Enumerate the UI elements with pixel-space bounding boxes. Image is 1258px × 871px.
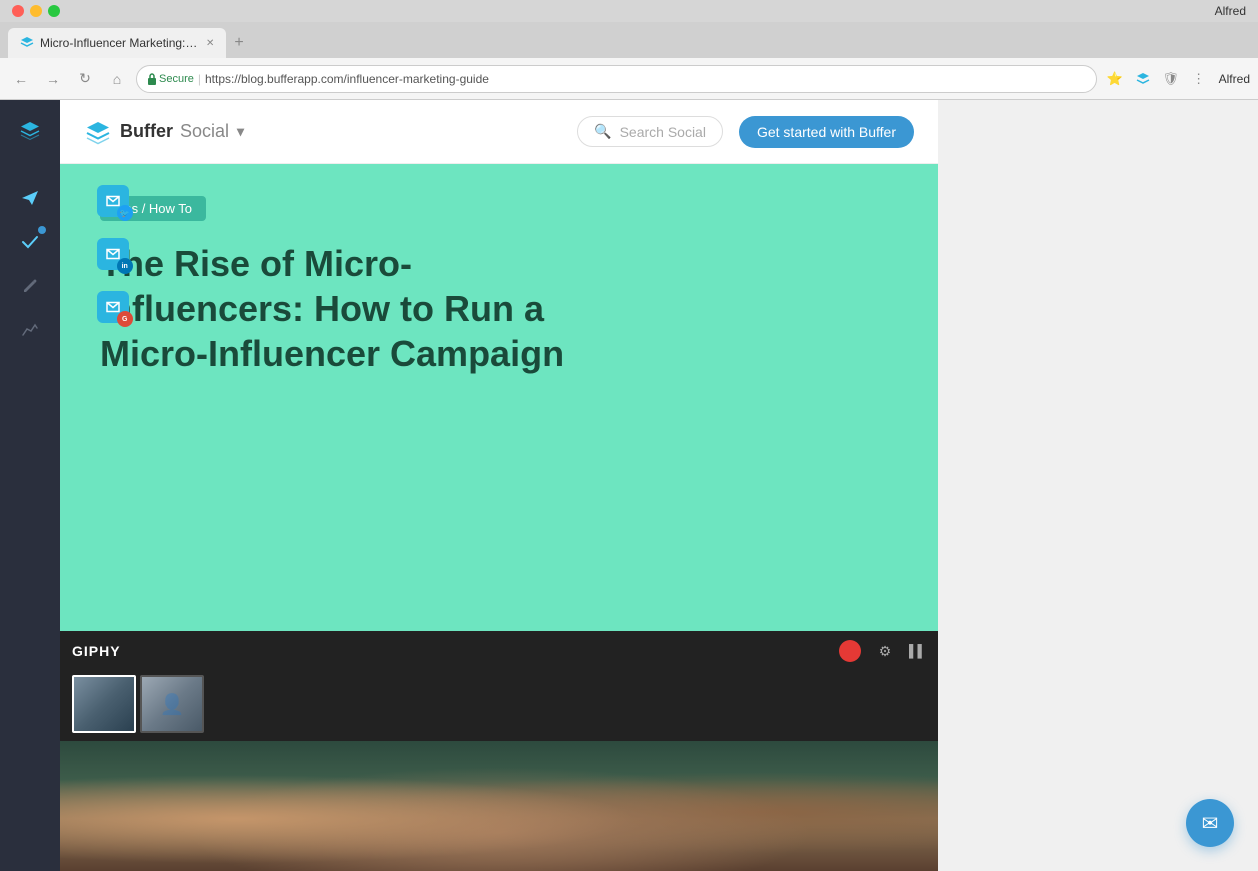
queue-icon-linkedin: in [97,238,129,270]
search-placeholder: Search Social [620,124,706,140]
queue-icon-twitter: 🐦 [97,185,129,217]
app-sidebar [0,100,60,871]
queue-icon-google: G [97,291,129,323]
twitter-social-icon: 🐦 [117,205,133,221]
article-title: The Rise of Micro-Influencers: How to Ru… [100,241,600,376]
giphy-record-button[interactable] [839,640,861,662]
buffer-logo[interactable]: Buffer Social ▾ [84,118,244,146]
browser-toolbar: ← → ↻ ⌂ Secure | https://blog.bufferapp.… [0,58,1258,100]
sidebar-icon-buffer[interactable] [12,112,48,148]
bookmark-button[interactable]: ⭐ [1103,67,1127,91]
fab-email-button[interactable]: ✉ [1186,799,1234,847]
buffer-extension-button[interactable] [1131,67,1155,91]
sidebar-icon-check[interactable] [12,224,48,260]
refresh-button[interactable]: ↻ [72,66,98,92]
sidebar-icon-analytics[interactable] [12,312,48,348]
address-bar[interactable]: Secure | https://blog.bufferapp.com/infl… [136,65,1097,93]
blog-header: Buffer Social ▾ 🔍 Search Social Get star… [60,100,938,164]
hero-image [60,741,938,871]
toolbar-icons: ⭐ 🛡 ⋮ Alfred [1103,67,1250,91]
get-started-button[interactable]: Get started with Buffer [739,116,914,148]
giphy-settings-button[interactable]: ⚙ [873,639,897,663]
linkedin-social-icon: in [117,258,133,274]
sidebar-icon-pencil[interactable] [12,268,48,304]
os-bar: Alfred [0,0,1258,22]
shield-button[interactable]: 🛡 [1159,67,1183,91]
giphy-thumb-1[interactable] [72,675,136,733]
blog-article-content: Tips / How To The Rise of Micro-Influenc… [60,164,938,741]
tab-bar: Micro-Influencer Marketing: H... ✕ + [0,22,1258,58]
giphy-filmstrip: 👤 [60,671,938,737]
sidebar-icon-telegram[interactable] [12,180,48,216]
tab-favicon [20,35,34,52]
giphy-header: GIPHY ⚙ ▌▌ [60,631,938,671]
secure-indicator: Secure [147,73,194,85]
home-button[interactable]: ⌂ [104,66,130,92]
giphy-collapse-icon: ▌▌ [909,644,926,658]
browser-tab[interactable]: Micro-Influencer Marketing: H... ✕ [8,28,226,58]
url-display: https://blog.bufferapp.com/influencer-ma… [205,72,489,86]
tab-close-button[interactable]: ✕ [206,38,214,49]
webpage-content: Buffer Social ▾ 🔍 Search Social Get star… [60,100,938,871]
more-button[interactable]: ⋮ [1187,67,1211,91]
blog-logo-text: Buffer Social [120,121,229,142]
new-tab-button[interactable]: + [226,28,251,58]
user-name: Alfred [1219,72,1250,86]
giphy-overlay: GIPHY ⚙ ▌▌ 👤 [60,631,938,741]
blog-dropdown-icon[interactable]: ▾ [237,123,244,140]
os-title: Alfred [1215,4,1246,18]
email-icon: ✉ [1202,811,1219,836]
browser-content: Buffer Social ▾ 🔍 Search Social Get star… [0,100,1258,871]
giphy-logo: GIPHY [72,643,121,659]
forward-button[interactable]: → [40,66,66,92]
browser-window: Micro-Influencer Marketing: H... ✕ + ← →… [0,22,1258,871]
giphy-thumb-2[interactable]: 👤 [140,675,204,733]
search-icon: 🔍 [594,123,611,140]
search-bar[interactable]: 🔍 Search Social [577,116,723,147]
tab-title: Micro-Influencer Marketing: H... [40,36,200,50]
google-social-icon: G [117,311,133,327]
back-button[interactable]: ← [8,66,34,92]
